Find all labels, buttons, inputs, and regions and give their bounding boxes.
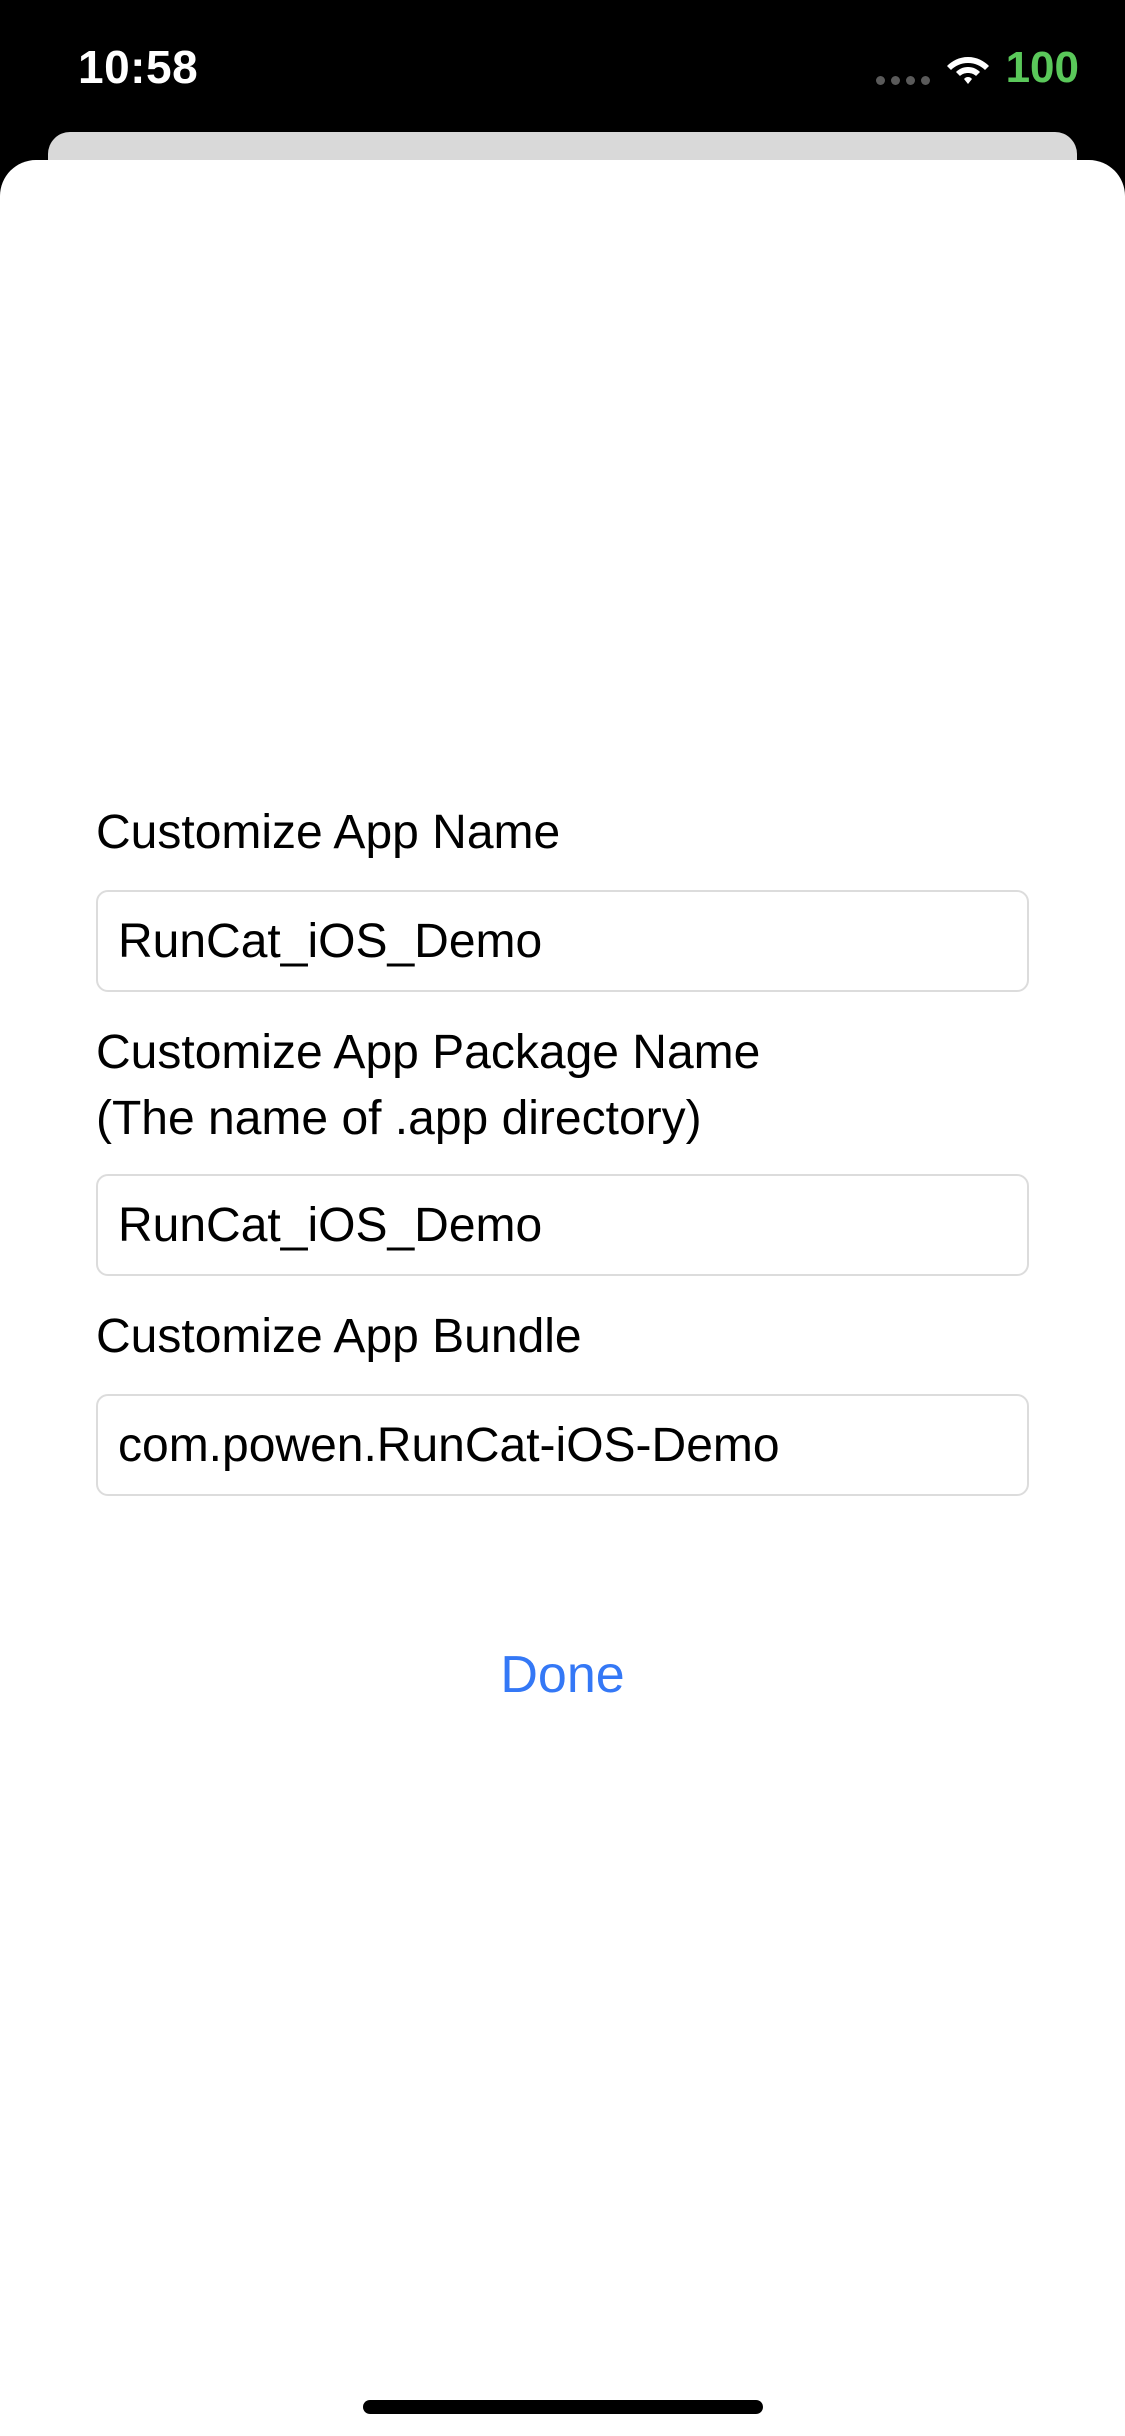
package-name-field[interactable] <box>96 1174 1029 1276</box>
done-button[interactable]: Done <box>0 1635 1125 1715</box>
bundle-field[interactable] <box>96 1394 1029 1496</box>
app-name-label: Customize App Name <box>96 806 561 859</box>
status-time: 10:58 <box>78 41 199 93</box>
package-name-label-group: Customize App Package Name (The name of … <box>96 1020 1029 1152</box>
wifi-icon <box>946 51 990 85</box>
home-indicator <box>363 2400 763 2414</box>
status-indicators: 100 <box>875 40 1079 96</box>
modal-sheet: Customize App Name Customize App Package… <box>0 160 1125 2436</box>
screen: 10:58 100 Customize App Name Customize A… <box>0 0 1125 2436</box>
package-name-label: Customize App Package Name <box>96 1026 761 1079</box>
battery-level: 100 <box>1005 43 1079 92</box>
cellular-signal-icon <box>875 65 930 85</box>
bundle-label: Customize App Bundle <box>96 1310 582 1363</box>
status-bar: 10:58 100 <box>0 0 1125 140</box>
package-name-sublabel: (The name of .app directory) <box>96 1092 702 1145</box>
customize-form: Customize App Name Customize App Package… <box>96 800 1029 1496</box>
app-name-field[interactable] <box>96 890 1029 992</box>
